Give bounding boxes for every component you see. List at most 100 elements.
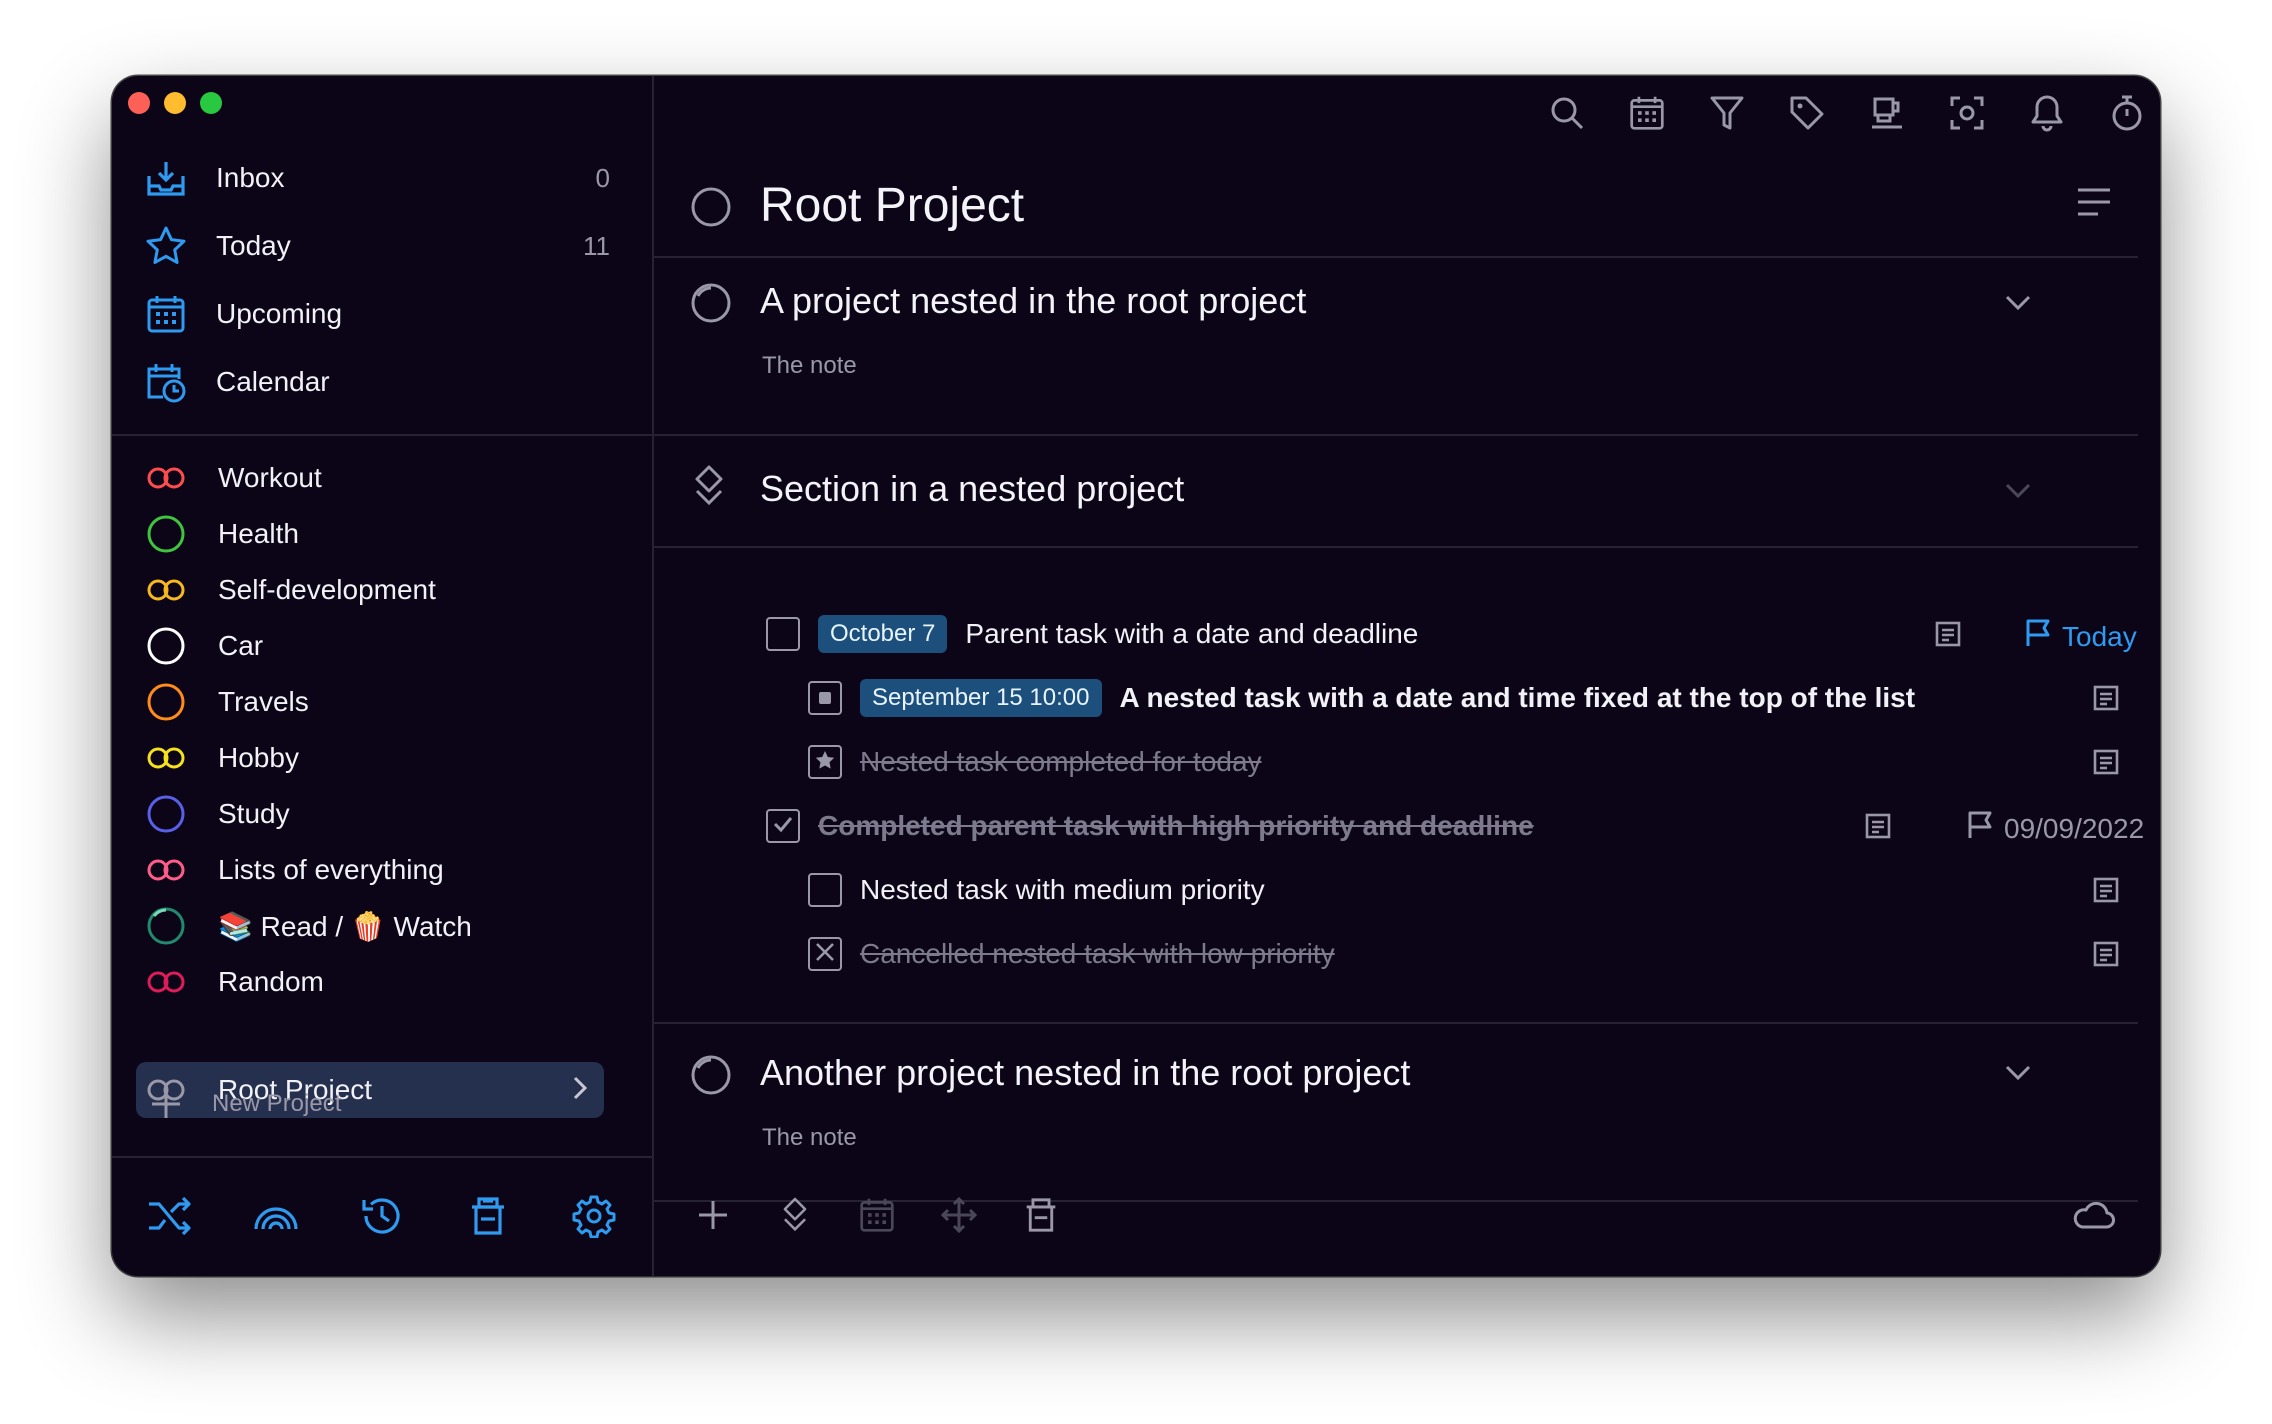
sidebar-item-project[interactable]: Self-development [144,562,614,618]
stopwatch-icon [2109,94,2145,137]
close-window-button[interactable] [128,92,150,114]
divider [112,434,652,436]
flag-icon [1966,810,1994,847]
task-checkbox[interactable] [766,617,800,651]
sidebar-item-today[interactable]: Today 11 [144,218,634,274]
sidebar-bottom-bar [112,1156,652,1276]
task-checkbox[interactable] [808,745,842,779]
deadline-label: Today [2024,618,2137,655]
sidebar-item-inbox[interactable]: Inbox 0 [144,150,634,206]
sidebar-item-label: Workout [218,462,322,493]
count-badge: 0 [595,162,610,193]
shuffle-button[interactable] [144,1192,196,1244]
move-arrows-icon [940,1196,978,1239]
sidebar-item-calendar[interactable]: Calendar [144,354,634,410]
add-section-button[interactable] [770,1192,820,1242]
task-row[interactable]: October 7 Parent task with a date and de… [766,606,1418,662]
calendar-grid-icon [859,1197,895,1238]
note-icon[interactable] [1864,812,1892,845]
trash-button[interactable] [462,1192,514,1244]
deadline-text: Today [2062,620,2137,652]
sync-button[interactable] [2068,1192,2118,1242]
add-task-button[interactable] [688,1192,738,1242]
deadline-label: 09/09/2022 [1966,810,2144,847]
calendar-grid-icon [1629,95,1665,136]
checkmark-icon [772,815,794,838]
tags-button[interactable] [1782,90,1832,140]
inbox-icon [144,156,188,200]
sidebar-item-project[interactable]: Workout [144,450,614,506]
new-project-button[interactable]: New Project [144,1076,341,1132]
coffee-icon [1869,95,1905,136]
flag-icon [2024,618,2052,655]
sidebar-item-label: Hobby [218,742,299,773]
chevron-down-icon[interactable] [2004,1064,2032,1087]
chevron-down-icon[interactable] [2004,482,2032,505]
task-row[interactable]: Completed parent task with high priority… [766,798,1534,854]
task-row[interactable]: September 15 10:00 A nested task with a … [808,670,1944,726]
trash-icon [469,1195,507,1242]
task-row[interactable]: Nested task with medium priority [808,862,1265,918]
sidebar-item-label: Today [216,230,291,261]
nested-project-row[interactable]: A project nested in the root project The… [654,258,2138,436]
sidebar-item-project[interactable]: Hobby [144,730,614,786]
focus-icon [1949,95,1985,136]
note-icon[interactable] [2092,876,2120,909]
sidebar-item-project[interactable]: Car [144,618,614,674]
sidebar-item-project[interactable]: Travels [144,674,614,730]
sidebar-item-project[interactable]: 📚 Read / 🍿 Watch [144,898,614,954]
minimize-window-button[interactable] [164,92,186,114]
history-button[interactable] [356,1192,408,1244]
move-button[interactable] [934,1192,984,1242]
infinity-icon [144,568,188,612]
nested-project-row[interactable]: Another project nested in the root proje… [654,1024,2138,1202]
schedule-button[interactable] [852,1192,902,1242]
task-checkbox[interactable] [808,873,842,907]
list-options-button[interactable] [2076,186,2112,223]
notifications-button[interactable] [2022,90,2072,140]
task-title: Completed parent task with high priority… [818,810,1534,841]
sidebar-item-label: 📚 Read / 🍿 Watch [218,910,472,942]
section-row[interactable]: Section in a nested project [654,436,2138,548]
date-badge: October 7 [818,615,948,653]
filter-button[interactable] [1702,90,1752,140]
infinity-icon [144,736,188,780]
sidebar-item-project[interactable]: Study [144,786,614,842]
sidebar-item-upcoming[interactable]: Upcoming [144,286,634,342]
task-checkbox[interactable] [766,809,800,843]
task-row[interactable]: Nested task completed for today [808,734,1262,790]
sidebar-item-label: Study [218,798,290,829]
project-progress-icon [690,1054,732,1101]
project-progress-icon[interactable] [690,186,732,233]
gear-icon [572,1194,616,1243]
chevron-right-icon [572,1075,588,1106]
calendar-view-button[interactable] [1622,90,1672,140]
task-checkbox[interactable] [808,937,842,971]
note-icon[interactable] [2092,940,2120,973]
task-title: Cancelled nested task with low priority [860,938,1335,969]
history-icon [360,1194,404,1243]
menu-lines-icon [2076,188,2112,222]
focus-button[interactable] [1942,90,1992,140]
sidebar-item-project[interactable]: Random [144,954,614,1010]
search-button[interactable] [1542,90,1592,140]
infinity-icon [144,848,188,892]
delete-button[interactable] [1016,1192,1066,1242]
task-checkbox[interactable] [808,681,842,715]
app-window: Inbox 0 Today 11 Upcoming Calendar Worko… [112,76,2160,1276]
chevron-down-icon[interactable] [2004,294,2032,317]
note-icon[interactable] [2092,748,2120,781]
note-icon[interactable] [2092,684,2120,717]
sidebar-item-project[interactable]: Health [144,506,614,562]
sidebar-item-project[interactable]: Lists of everything [144,842,614,898]
new-project-label: New Project [212,1090,342,1117]
timer-button[interactable] [2102,90,2152,140]
note-icon[interactable] [1934,620,1962,653]
zoom-window-button[interactable] [200,92,222,114]
sync-rainbow-button[interactable] [250,1192,302,1244]
task-row[interactable]: Cancelled nested task with low priority [808,926,1335,982]
settings-button[interactable] [568,1192,620,1244]
sidebar-item-label: Random [218,966,324,997]
deadline-text: 09/09/2022 [2004,812,2145,844]
break-button[interactable] [1862,90,1912,140]
